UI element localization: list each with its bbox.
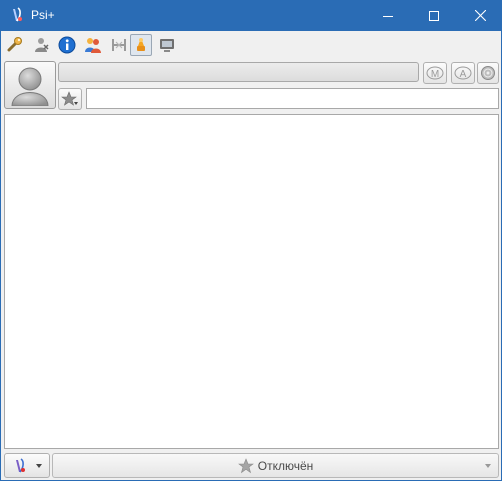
status-text: Отключён (257, 458, 314, 473)
svg-text:M: M (431, 69, 439, 80)
mood-icon: M (426, 66, 444, 80)
activity-button[interactable]: A (451, 62, 475, 84)
psi-logo-icon (13, 7, 22, 22)
default-avatar-icon (11, 67, 49, 106)
show-offline-icon (137, 38, 145, 51)
close-icon (474, 10, 486, 21)
main-window: Psi+ M A Отключён (0, 0, 502, 481)
main-menu-button[interactable] (4, 453, 50, 478)
psi-logo-icon (16, 458, 25, 473)
minimize-button[interactable] (365, 0, 411, 31)
title-bar: Psi+ (1, 0, 502, 31)
show-offline-toggle[interactable] (130, 34, 152, 56)
main-toolbar (1, 31, 502, 59)
avatar[interactable] (4, 61, 56, 109)
mood-button[interactable]: M (423, 62, 447, 84)
xml-console-button[interactable] (108, 34, 130, 56)
tune-button[interactable] (477, 62, 499, 84)
status-message-input[interactable] (86, 88, 499, 109)
options-wrench-icon (7, 37, 22, 52)
activity-icon: A (454, 66, 472, 80)
info-button[interactable] (56, 34, 78, 56)
groupchat-icon (85, 38, 101, 53)
status-selector[interactable]: Отключён (52, 453, 499, 478)
tune-icon (481, 66, 495, 80)
status-selector-content: Отключён (53, 454, 498, 477)
svg-text:A: A (460, 69, 467, 80)
show-agents-button[interactable] (156, 34, 178, 56)
chevron-down-icon (485, 464, 491, 468)
info-icon (58, 36, 76, 54)
maximize-button[interactable] (411, 0, 457, 31)
add-contact-button[interactable] (30, 34, 52, 56)
star-icon (61, 91, 78, 106)
maximize-icon (429, 10, 439, 21)
status-message-options-button[interactable] (58, 88, 82, 110)
chevron-down-icon (36, 464, 42, 468)
minimize-icon (383, 15, 393, 17)
offline-status-icon (237, 457, 254, 473)
close-button[interactable] (457, 0, 502, 31)
contact-list[interactable] (4, 114, 499, 449)
nickname-field[interactable] (58, 62, 419, 82)
options-button[interactable] (4, 34, 26, 56)
show-agents-icon (160, 39, 174, 52)
window-title: Psi+ (31, 8, 55, 22)
add-contact-icon (35, 38, 49, 52)
groupchat-button[interactable] (82, 34, 104, 56)
xml-console-icon (112, 39, 126, 51)
